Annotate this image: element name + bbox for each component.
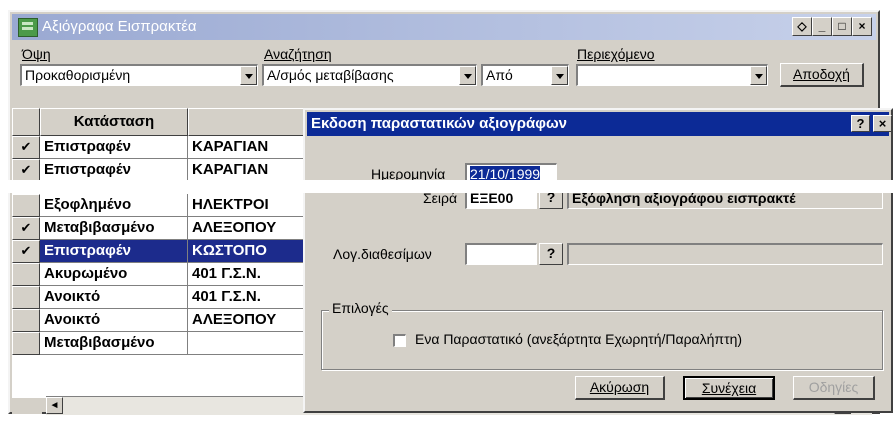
- search-field-value: Α/σμός μεταβίβασης: [267, 67, 394, 83]
- status-cell[interactable]: Επιστραφέν: [40, 240, 188, 263]
- continue-button[interactable]: Συνέχεια: [683, 376, 775, 400]
- status-cell[interactable]: Ανοικτό: [40, 309, 188, 332]
- grid-scroll-corner: [12, 398, 42, 414]
- table-row[interactable]: Ανοικτό 401 Γ.Σ.Ν.: [12, 286, 332, 309]
- availability-lookup-button[interactable]: ?: [539, 243, 563, 265]
- window-title: Αξιόγραφα Εισπρακτέα: [42, 18, 197, 35]
- close-button[interactable]: ×: [852, 17, 872, 36]
- search-field-dropdown-icon[interactable]: [459, 66, 476, 85]
- help-icon[interactable]: ?: [851, 115, 870, 132]
- search-operator-value: Από: [486, 67, 513, 83]
- row-check-icon[interactable]: [12, 286, 40, 309]
- table-row-selected[interactable]: ✔ Επιστραφέν ΚΩΣΤΟΠΟ: [12, 240, 332, 263]
- view-value: Προκαθορισμένη: [25, 67, 131, 83]
- restore-icon[interactable]: ◇: [792, 17, 812, 36]
- table-row[interactable]: Ακυρωμένο 401 Γ.Σ.Ν.: [12, 263, 332, 286]
- accept-button[interactable]: Αποδοχή: [780, 63, 864, 87]
- row-check-icon[interactable]: [12, 309, 40, 332]
- app-icon: [18, 18, 38, 37]
- content-select[interactable]: [576, 64, 768, 86]
- window-title-bar[interactable]: Αξιόγραφα Εισπρακτέα ◇ _ □ ×: [12, 14, 876, 40]
- availability-description: [567, 243, 883, 265]
- row-check-icon[interactable]: ✔: [12, 136, 40, 159]
- table-row[interactable]: ✔ Μεταβιβασμένο ΑΛΕΞΟΠΟΥ: [12, 217, 332, 240]
- minimize-button[interactable]: _: [812, 17, 832, 36]
- issue-documents-dialog: Εκδοση παραστατικών αξιογράφων ? × Ημερο…: [303, 108, 893, 413]
- records-grid: Κατάσταση ✔ Επιστραφέν ΚΑΡΑΓΙΑΝ ✔ Επιστρ…: [12, 108, 332, 398]
- dialog-title-bar[interactable]: Εκδοση παραστατικών αξιογράφων ? ×: [307, 112, 892, 136]
- maximize-button[interactable]: □: [832, 17, 852, 36]
- table-row[interactable]: Εξοφλημένο ΗΛΕΚΤΡΟΙ: [12, 194, 332, 217]
- cut-separator: [0, 180, 893, 193]
- row-check-icon[interactable]: [12, 194, 40, 217]
- options-group-title: Επιλογές: [329, 300, 392, 316]
- content-label: Περιεχόμενο: [577, 46, 655, 62]
- instructions-button[interactable]: Οδηγίες: [793, 376, 875, 400]
- view-select[interactable]: Προκαθορισμένη: [20, 64, 258, 86]
- table-row[interactable]: ✔ Επιστραφέν ΚΑΡΑΓΙΑΝ: [12, 159, 332, 182]
- dialog-title: Εκδοση παραστατικών αξιογράφων: [311, 115, 567, 132]
- table-row[interactable]: ✔ Επιστραφέν ΚΑΡΑΓΙΑΝ: [12, 136, 332, 159]
- search-field-select[interactable]: Α/σμός μεταβίβασης: [262, 64, 477, 86]
- availability-field[interactable]: [465, 243, 537, 265]
- table-row[interactable]: Μεταβιβασμένο: [12, 332, 332, 355]
- search-label: Αναζήτηση: [264, 46, 332, 62]
- status-cell[interactable]: Εξοφλημένο: [40, 194, 188, 217]
- status-cell[interactable]: Μεταβιβασμένο: [40, 217, 188, 240]
- search-operator-dropdown-icon[interactable]: [551, 66, 568, 85]
- search-operator-select[interactable]: Από: [481, 64, 569, 86]
- table-row[interactable]: Ανοικτό ΑΛΕΞΟΠΟΥ: [12, 309, 332, 332]
- availability-label: Λογ.διαθεσίμων: [333, 246, 432, 262]
- view-label: Όψη: [22, 46, 51, 62]
- row-check-icon[interactable]: ✔: [12, 217, 40, 240]
- content-dropdown-icon[interactable]: [750, 66, 767, 85]
- row-check-icon[interactable]: [12, 332, 40, 355]
- status-cell[interactable]: Μεταβιβασμένο: [40, 332, 188, 355]
- scroll-left-icon[interactable]: ◄: [46, 397, 63, 414]
- view-dropdown-icon[interactable]: [240, 66, 257, 85]
- row-check-icon[interactable]: ✔: [12, 159, 40, 182]
- close-icon[interactable]: ×: [873, 115, 892, 132]
- grid-corner: [12, 108, 40, 136]
- status-cell[interactable]: Επιστραφέν: [40, 159, 188, 182]
- row-check-icon[interactable]: ✔: [12, 240, 40, 263]
- single-document-checkbox[interactable]: [393, 334, 406, 347]
- status-column-header[interactable]: Κατάσταση: [40, 108, 188, 136]
- status-cell[interactable]: Επιστραφέν: [40, 136, 188, 159]
- status-cell[interactable]: Ακυρωμένο: [40, 263, 188, 286]
- single-document-label: Ενα Παραστατικό (ανεξάρτητα Εχωρητή/Παρα…: [415, 331, 743, 347]
- status-cell[interactable]: Ανοικτό: [40, 286, 188, 309]
- cancel-button[interactable]: Ακύρωση: [575, 376, 665, 400]
- row-check-icon[interactable]: [12, 263, 40, 286]
